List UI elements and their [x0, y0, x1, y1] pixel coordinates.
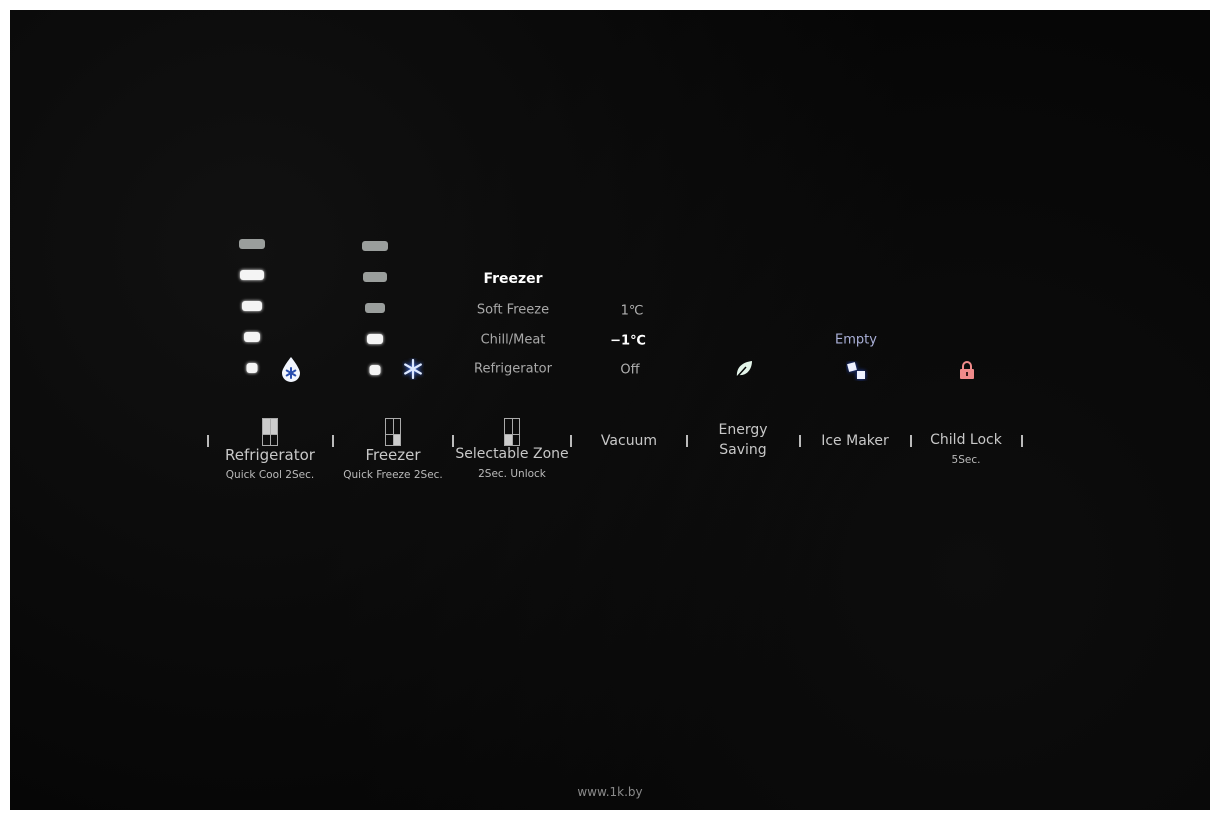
temp-refrigerator: Off: [620, 362, 640, 378]
freezer-level-indicator: [363, 272, 387, 282]
selectable-zone-button[interactable]: Selectable Zone 2Sec. Unlock: [455, 444, 568, 484]
ice-cubes-icon: [847, 362, 865, 379]
separator: [332, 435, 334, 447]
refrigerator-level-indicator: [244, 332, 260, 342]
refrigerator-level-indicator: [242, 301, 262, 311]
refrigerator-level-indicator: [240, 270, 264, 280]
button-label: Selectable Zone: [455, 446, 569, 462]
button-sublabel: Quick Cool 2Sec.: [225, 469, 315, 481]
child-lock-button[interactable]: Child Lock 5Sec.: [930, 430, 1002, 470]
mode-freezer: Freezer: [483, 271, 543, 287]
separator: [452, 435, 454, 447]
separator: [910, 435, 912, 447]
separator: [799, 435, 801, 447]
leaf-icon: [736, 361, 752, 378]
watermark: www.1k.by: [577, 785, 643, 799]
ice-maker-status: Empty: [835, 332, 877, 348]
refrigerator-level-indicator: [239, 239, 265, 249]
separator: [1021, 435, 1023, 447]
selectable-zone-door-icon: [504, 418, 520, 446]
separator: [570, 435, 572, 447]
button-label: Freezer: [365, 446, 421, 464]
temp-soft-freeze: 1℃: [620, 303, 644, 319]
water-drop-snowflake-icon: [282, 357, 300, 382]
button-sublabel: 5Sec.: [951, 454, 981, 466]
refrigerator-button[interactable]: Refrigerator Quick Cool 2Sec.: [225, 445, 315, 485]
button-label: Ice Maker: [821, 433, 889, 449]
separator: [207, 435, 209, 447]
button-label: Child Lock: [930, 432, 1002, 448]
control-panel: [10, 10, 1210, 810]
freezer-level-indicator: [369, 365, 381, 375]
refrigerator-door-icon: [262, 418, 278, 446]
refrigerator-level-indicator: [246, 363, 258, 373]
button-label: Energy: [718, 422, 768, 438]
mode-chill-meat: Chill/Meat: [480, 332, 546, 348]
padlock-icon: [960, 361, 974, 379]
button-label-line2: Saving: [719, 442, 767, 458]
snowflake-icon: [404, 358, 422, 380]
freezer-level-indicator: [365, 303, 385, 313]
ice-maker-button[interactable]: Ice Maker: [821, 431, 889, 451]
separator: [686, 435, 688, 447]
button-label: Refrigerator: [225, 446, 315, 464]
freezer-button[interactable]: Freezer Quick Freeze 2Sec.: [343, 445, 443, 485]
button-sublabel: Quick Freeze 2Sec.: [343, 469, 443, 481]
freezer-door-icon: [385, 418, 401, 446]
mode-soft-freeze: Soft Freeze: [476, 302, 550, 318]
button-label: Vacuum: [600, 433, 658, 449]
vacuum-button[interactable]: Vacuum: [601, 431, 657, 451]
mode-refrigerator: Refrigerator: [474, 361, 552, 377]
button-sublabel: 2Sec. Unlock: [478, 468, 546, 480]
temp-chill-meat: −1℃: [610, 333, 646, 349]
energy-saving-button[interactable]: Energy Saving: [718, 420, 767, 460]
freezer-level-indicator: [362, 241, 388, 251]
freezer-level-indicator: [367, 334, 383, 344]
